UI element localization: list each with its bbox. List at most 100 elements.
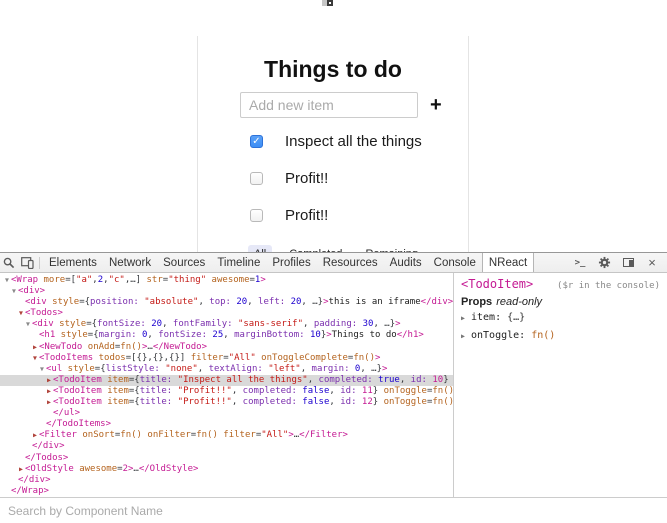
close-icon[interactable]: × — [643, 255, 661, 271]
token: 0 — [137, 330, 148, 340]
tab-network[interactable]: Network — [103, 253, 157, 272]
todo-checkbox[interactable] — [250, 172, 263, 185]
inspect-icon[interactable] — [0, 255, 18, 271]
component-search-input[interactable] — [0, 504, 667, 518]
screen: Things to do + ✓Inspect all the thingsPr… — [0, 0, 667, 523]
token: <div — [32, 319, 54, 329]
token: </Todos> — [25, 453, 68, 463]
token: <Wrap — [11, 275, 38, 285]
console-hint: ($r in the console) — [557, 281, 660, 291]
tree-row[interactable]: ▼<div style={fontSize: 20, fontFamily: "… — [0, 319, 453, 330]
tree-row[interactable]: ▼<div> — [0, 286, 453, 297]
tree-row[interactable]: ▼<Todos> — [0, 308, 453, 319]
token: fn() — [432, 386, 454, 396]
disclosure-arrow[interactable]: ▼ — [31, 353, 39, 364]
tree-row[interactable]: </div> — [0, 441, 453, 452]
tree-row[interactable]: ▼<ul style={listStyle: "none", textAlign… — [0, 364, 453, 375]
token: left: — [253, 297, 286, 307]
disclosure-arrow[interactable]: ▼ — [10, 286, 18, 297]
token: , …} — [301, 297, 323, 307]
token: <TodoItems — [39, 353, 93, 363]
tree-row[interactable]: ▼<TodoItems todos=[{},{},{}] filter="All… — [0, 353, 453, 364]
dock-side-icon[interactable] — [619, 255, 637, 271]
token: filter — [218, 430, 256, 440]
tab-console[interactable]: Console — [428, 253, 482, 272]
disclosure-arrow[interactable]: ▼ — [38, 364, 46, 375]
token: item — [102, 386, 129, 396]
disclosure-arrow[interactable]: ▶ — [461, 329, 471, 344]
token: fontSize: — [97, 319, 146, 329]
todo-checkbox[interactable]: ✓ — [250, 135, 263, 148]
token: item — [102, 375, 129, 385]
toolbar-right-icons: >_ × — [565, 255, 667, 271]
toolbar-separator — [39, 257, 40, 269]
disclosure-arrow[interactable]: ▼ — [24, 319, 32, 330]
tab-audits[interactable]: Audits — [384, 253, 428, 272]
token: </Filter> — [299, 430, 348, 440]
tree-row[interactable]: </div> — [0, 475, 453, 486]
tab-nreact[interactable]: NReact — [482, 253, 534, 272]
component-tree: ▼<Wrap more=["a",2,"c",…] str="thing" aw… — [0, 273, 454, 497]
tree-row[interactable]: ▶<OldStyle awesome=2>…</OldStyle> — [0, 464, 453, 475]
tree-row[interactable]: ▶<TodoItem item={title: "Profit!!", comp… — [0, 397, 453, 408]
tab-elements[interactable]: Elements — [43, 253, 103, 272]
disclosure-arrow[interactable]: ▶ — [45, 375, 53, 386]
token: <TodoItem — [53, 375, 102, 385]
tree-row[interactable]: ▶<NewTodo onAdd=fn()>…</NewTodo> — [0, 342, 453, 353]
disclosure-arrow[interactable]: ▶ — [45, 397, 53, 408]
device-mode-icon[interactable] — [18, 255, 36, 271]
tree-row[interactable]: </Todos> — [0, 453, 453, 464]
add-todo-button[interactable]: + — [430, 92, 442, 118]
tab-profiles[interactable]: Profiles — [266, 253, 316, 272]
token: style — [54, 319, 87, 329]
tree-row[interactable]: ▶<TodoItem item={title: "Profit!!", comp… — [0, 386, 453, 397]
tab-resources[interactable]: Resources — [317, 253, 384, 272]
token: 11 — [357, 386, 373, 396]
add-item-row: + — [240, 92, 468, 118]
tab-sources[interactable]: Sources — [157, 253, 211, 272]
token: 12 — [357, 397, 373, 407]
tree-row[interactable]: ▶<Filter onSort=fn() onFilter=fn() filte… — [0, 430, 453, 441]
token: <TodoItem — [53, 397, 102, 407]
token: completed: — [237, 386, 297, 396]
token: ={ — [79, 297, 90, 307]
props-rows: ▶item: {…} ▶onToggle: fn() — [461, 310, 660, 344]
tree-row[interactable]: ▶<TodoItem item={title: "Inspect all the… — [0, 375, 453, 386]
token: "thing" — [168, 275, 206, 285]
tree-row[interactable]: </ul> — [0, 408, 453, 419]
new-todo-input[interactable] — [240, 92, 418, 118]
token: title: — [140, 397, 173, 407]
tab-timeline[interactable]: Timeline — [211, 253, 266, 272]
console-drawer-icon[interactable]: >_ — [571, 255, 589, 271]
disclosure-arrow[interactable]: ▶ — [31, 430, 39, 441]
tree-row[interactable]: <div style={position: "absolute", top: 2… — [0, 297, 453, 308]
tree-row[interactable]: </Wrap> — [0, 486, 453, 497]
token: 10 — [427, 375, 443, 385]
disclosure-arrow[interactable]: ▶ — [31, 342, 39, 353]
token: margin: — [306, 364, 349, 374]
token: onFilter — [142, 430, 191, 440]
disclosure-arrow[interactable]: ▼ — [3, 275, 11, 286]
token: ={ — [95, 364, 106, 374]
token: fontSize: — [153, 330, 207, 340]
prop-row[interactable]: ▶onToggle: fn() — [461, 328, 660, 344]
prop-row[interactable]: ▶item: {…} — [461, 310, 660, 326]
devtools-panel: ElementsNetworkSourcesTimelineProfilesRe… — [0, 252, 667, 523]
todo-checkbox[interactable] — [250, 209, 263, 222]
token: ={ — [129, 386, 140, 396]
tree-row[interactable]: </TodoItems> — [0, 419, 453, 430]
disclosure-arrow[interactable]: ▶ — [45, 386, 53, 397]
token: 20 — [146, 319, 162, 329]
disclosure-arrow[interactable]: ▼ — [17, 308, 25, 319]
disclosure-arrow[interactable]: ▶ — [17, 464, 25, 475]
token: more — [38, 275, 65, 285]
token: padding: — [308, 319, 357, 329]
settings-gear-icon[interactable] — [595, 255, 613, 271]
token: 0 — [350, 364, 361, 374]
disclosure-arrow[interactable]: ▶ — [461, 311, 471, 326]
tree-row[interactable]: <h1 style={margin: 0, fontSize: 25, marg… — [0, 330, 453, 341]
tree-row[interactable]: ▼<Wrap more=["a",2,"c",…] str="thing" aw… — [0, 275, 453, 286]
token: </div> — [18, 475, 51, 485]
token: > — [395, 319, 400, 329]
token: <Filter — [39, 430, 77, 440]
